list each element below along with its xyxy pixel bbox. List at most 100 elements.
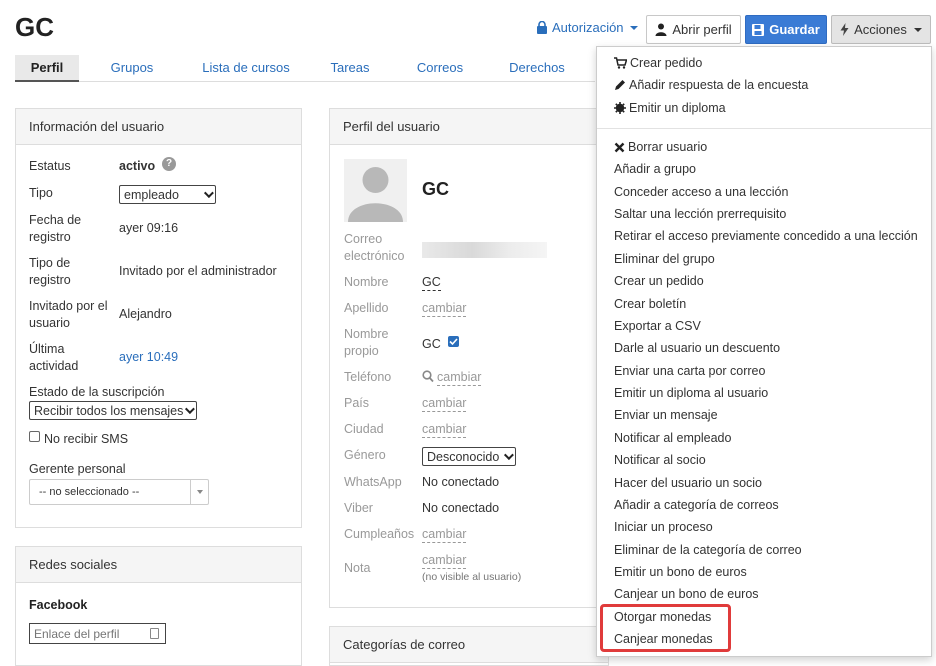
profile-title: Perfil del usuario — [330, 109, 608, 145]
status-value: activo — [119, 159, 156, 173]
tab-perfil[interactable]: Perfil — [15, 55, 79, 82]
facebook-label: Facebook — [29, 598, 88, 612]
gender-select[interactable]: Desconocido — [422, 447, 516, 466]
menu-item-add-survey-answer[interactable]: Añadir respuesta de la encuesta — [614, 78, 808, 92]
menu-item-label: Crear pedido — [630, 56, 703, 70]
reg-date-label: Fecha de registro — [29, 213, 82, 244]
city-change-link[interactable]: cambiar — [422, 422, 467, 438]
mail-categories-title: Categorías de correo — [330, 627, 608, 663]
type-select-value: empleado — [124, 187, 179, 202]
birthday-label: Cumpleaños — [344, 527, 415, 541]
first-name-label: Nombre — [344, 275, 389, 289]
phone-label: Teléfono — [344, 370, 392, 384]
menu-item[interactable]: Darle al usuario un descuento — [614, 341, 780, 355]
tab-lista-de-cursos[interactable]: Lista de cursos — [191, 55, 301, 82]
manager-select-divider — [190, 480, 191, 504]
tab-grupos[interactable]: Grupos — [95, 55, 169, 82]
note-hint: (no visible al usuario) — [422, 571, 522, 583]
menu-item[interactable]: Retirar el acceso previamente concedido … — [614, 229, 918, 243]
no-sms-checkbox[interactable] — [29, 431, 40, 442]
note-change-link[interactable]: cambiar — [422, 553, 467, 569]
last-activity-value[interactable]: ayer 10:49 — [119, 350, 178, 364]
subscription-select[interactable]: Recibir todos los mensajes — [29, 401, 197, 420]
reg-date-value: ayer 09:16 — [119, 221, 179, 235]
menu-item[interactable]: Crear boletín — [614, 297, 686, 311]
type-label: Tipo — [29, 186, 53, 200]
country-label: País — [344, 396, 370, 410]
pencil-icon — [615, 80, 625, 90]
lock-icon — [537, 21, 547, 34]
menu-item[interactable]: Emitir un bono de euros — [614, 565, 747, 579]
whatsapp-label: WhatsApp — [344, 475, 402, 489]
subscription-label: Estado de la suscripción — [29, 385, 165, 399]
save-button[interactable]: Guardar — [745, 15, 827, 44]
birthday-change-link[interactable]: cambiar — [422, 527, 467, 543]
menu-item[interactable]: Iniciar un proceso — [614, 520, 713, 534]
facebook-input[interactable] — [29, 623, 166, 644]
actions-dropdown-button[interactable]: Acciones — [831, 15, 931, 44]
actions-label: Acciones — [854, 22, 907, 37]
highlight-box — [600, 604, 731, 652]
manager-select-value: -- no seleccionado -- — [39, 486, 140, 498]
own-name-checkbox[interactable] — [448, 336, 459, 347]
menu-item[interactable]: Enviar una carta por correo — [614, 364, 765, 378]
chevron-down-icon — [184, 404, 195, 415]
menu-item[interactable]: Notificar al empleado — [614, 431, 731, 445]
menu-item[interactable]: Conceder acceso a una lección — [614, 185, 788, 199]
email-label: Correo electrónico — [344, 232, 405, 263]
invited-by-value: Alejandro — [119, 307, 172, 321]
menu-item-label: Emitir un diploma — [629, 101, 726, 115]
invited-by-label: Invitado por el usuario — [29, 299, 108, 330]
menu-divider — [597, 128, 931, 129]
phone-change-link[interactable]: cambiar — [437, 370, 482, 386]
manager-select[interactable]: -- no seleccionado -- — [29, 479, 209, 505]
menu-item[interactable]: Emitir un diploma al usuario — [614, 386, 768, 400]
reg-type-value: Invitado por el administrador — [119, 264, 277, 278]
user-info-title: Información del usuario — [16, 109, 301, 145]
help-icon[interactable]: ? — [162, 157, 176, 171]
avatar[interactable] — [344, 159, 407, 222]
whatsapp-value: No conectado — [422, 475, 500, 489]
contact-card-icon — [150, 628, 159, 639]
tab-bar: Perfil Grupos Lista de cursos Tareas Cor… — [15, 55, 595, 82]
menu-item-delete-user[interactable]: Borrar usuario — [614, 140, 707, 154]
menu-item[interactable]: Hacer del usuario un socio — [614, 476, 762, 490]
tab-correos[interactable]: Correos — [405, 55, 475, 82]
last-activity-label: Última actividad — [29, 342, 79, 373]
menu-item[interactable]: Eliminar de la categoría de correo — [614, 543, 802, 557]
floppy-disk-icon — [752, 23, 765, 36]
viber-label: Viber — [344, 501, 373, 515]
check-icon — [449, 338, 458, 346]
menu-item[interactable]: Notificar al socio — [614, 453, 706, 467]
tab-tareas[interactable]: Tareas — [319, 55, 381, 82]
chevron-down-icon — [503, 450, 514, 461]
open-profile-button[interactable]: Abrir perfil — [646, 15, 741, 44]
menu-item-label: Borrar usuario — [628, 140, 708, 154]
menu-item[interactable]: Exportar a CSV — [614, 319, 701, 333]
close-icon — [614, 142, 625, 152]
no-sms-label: No recibir SMS — [44, 432, 129, 446]
social-title: Redes sociales — [16, 547, 301, 583]
menu-item[interactable]: Añadir a categoría de correos — [614, 498, 779, 512]
note-label: Nota — [344, 561, 371, 575]
manager-label: Gerente personal — [29, 462, 126, 476]
first-name-value[interactable]: GC — [422, 275, 441, 291]
menu-item[interactable]: Saltar una lección prerrequisito — [614, 207, 786, 221]
email-value-redacted — [422, 242, 547, 258]
gender-label: Género — [344, 448, 386, 462]
menu-item[interactable]: Eliminar del grupo — [614, 252, 715, 266]
caret-down-icon — [197, 490, 203, 494]
search-icon[interactable] — [422, 370, 434, 383]
menu-item-issue-diploma[interactable]: Emitir un diploma — [614, 101, 726, 115]
authorization-dropdown[interactable]: Autorización — [536, 20, 638, 35]
menu-item[interactable]: Enviar un mensaje — [614, 408, 718, 422]
tab-derechos[interactable]: Derechos — [500, 55, 574, 82]
menu-item-create-order[interactable]: Crear pedido — [614, 56, 702, 70]
user-icon — [655, 23, 667, 36]
menu-item[interactable]: Crear un pedido — [614, 274, 704, 288]
last-name-change-link[interactable]: cambiar — [422, 301, 467, 317]
type-select[interactable]: empleado — [119, 185, 216, 204]
country-change-link[interactable]: cambiar — [422, 396, 467, 412]
menu-item[interactable]: Añadir a grupo — [614, 162, 696, 176]
menu-item[interactable]: Canjear un bono de euros — [614, 587, 759, 601]
